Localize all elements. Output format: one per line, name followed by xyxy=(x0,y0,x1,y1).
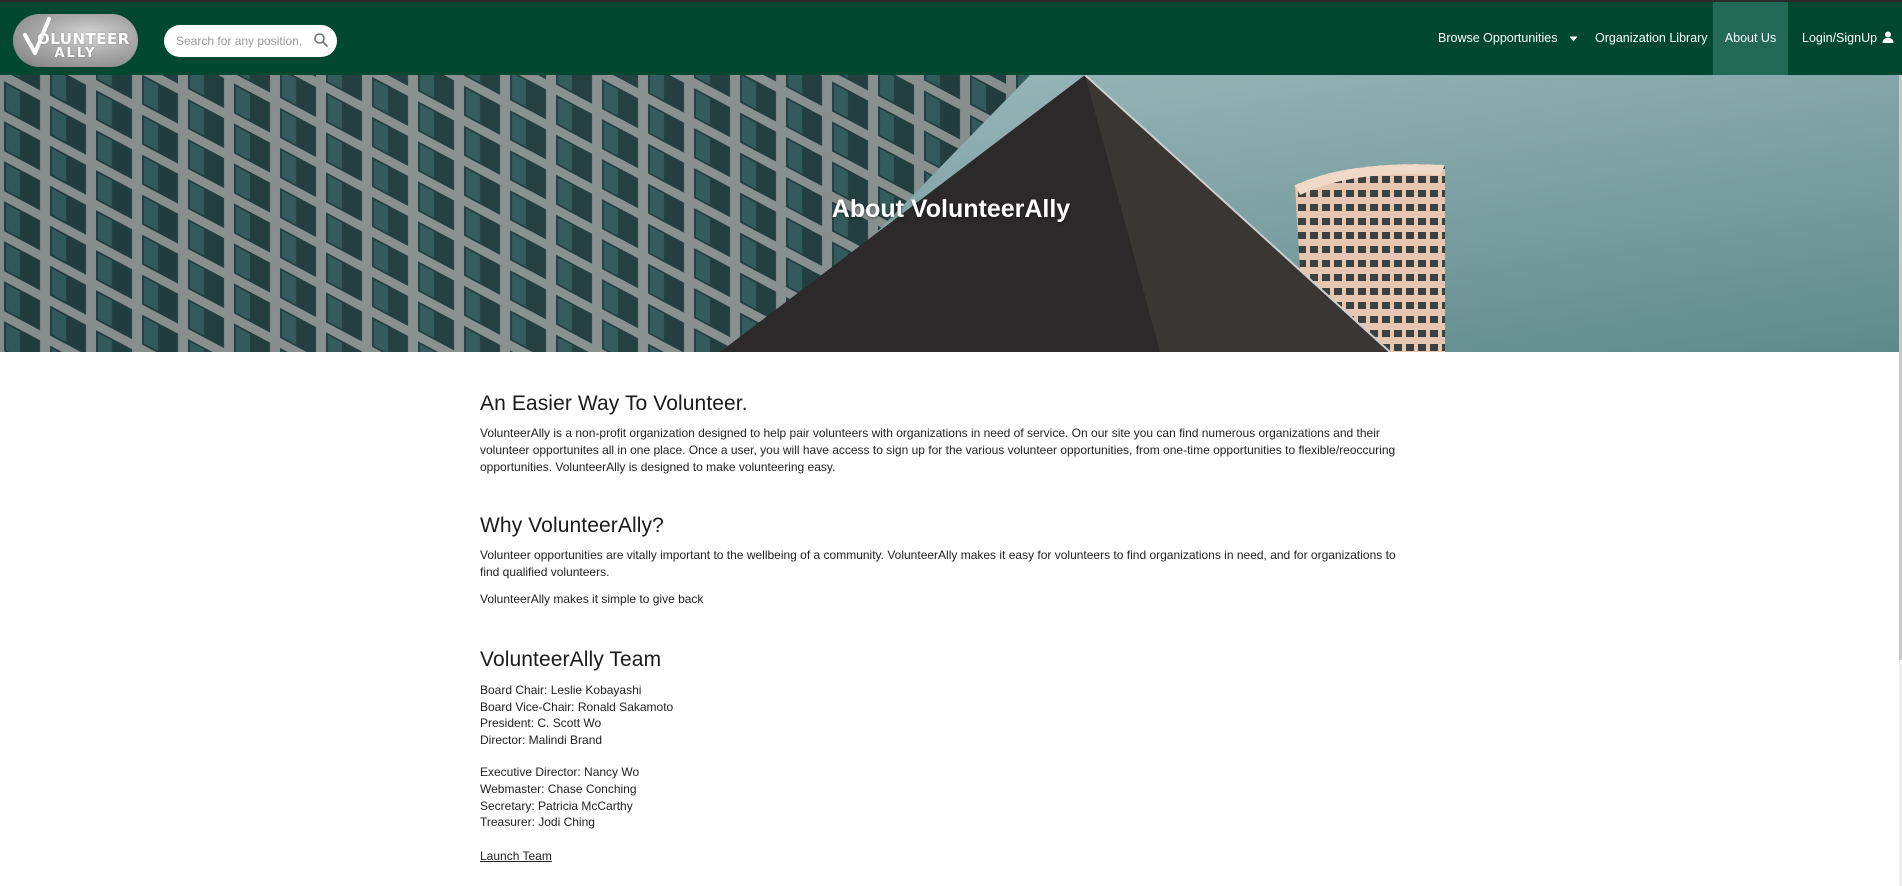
nav-organization-library[interactable]: Organization Library xyxy=(1584,2,1712,75)
hero-banner: About VolunteerAlly xyxy=(0,75,1902,352)
nav-browse-label: Browse Opportunities xyxy=(1438,31,1558,45)
team-member: Webmaster: Chase Conching xyxy=(480,781,637,796)
top-navbar: OLUNTEER ALLY Browse Opportunities Organ… xyxy=(0,0,1902,75)
volunteerally-logo[interactable]: OLUNTEER ALLY xyxy=(13,14,138,67)
team-member: Board Chair: Leslie Kobayashi xyxy=(480,683,642,697)
nav-login-label: Login/SignUp xyxy=(1802,31,1878,45)
nav-library-label: Organization Library xyxy=(1595,31,1708,45)
team-member: Executive Director: Nancy Wo xyxy=(480,765,640,780)
nav-login-signup[interactable]: Login/SignUp xyxy=(1789,2,1902,75)
page-title: About VolunteerAlly xyxy=(831,195,1071,223)
team-member: Board Vice-Chair: Ronald Sakamoto xyxy=(480,699,674,714)
team-member: Secretary: Patricia McCarthy xyxy=(480,798,633,813)
user-icon xyxy=(1882,31,1894,44)
heading-easier-way: An Easier Way To Volunteer. xyxy=(480,392,748,415)
paragraph-why-2: VolunteerAlly makes it simple to give ba… xyxy=(480,592,704,606)
paragraph-easier-way: VolunteerAlly is a non-profit organizati… xyxy=(480,426,1396,474)
nav-about-us[interactable]: About Us xyxy=(1713,2,1788,75)
heading-why: Why VolunteerAlly? xyxy=(480,514,664,537)
search-input[interactable] xyxy=(176,31,306,51)
search-bar xyxy=(164,25,337,57)
team-member: Director: Malindi Brand xyxy=(480,732,603,747)
caret-down-icon xyxy=(1569,36,1578,42)
heading-team: VolunteerAlly Team xyxy=(480,648,662,671)
team-member: Treasurer: Jodi Ching xyxy=(480,815,595,830)
staff-list: Executive Director: Nancy Wo Webmaster: … xyxy=(480,764,1400,830)
paragraph-why-1: Volunteer opportunities are vitally impo… xyxy=(480,548,1396,579)
logo-text-ally: ALLY xyxy=(54,46,97,61)
launch-team-link[interactable]: Launch Team xyxy=(480,849,552,863)
nav-browse-opportunities[interactable]: Browse Opportunities xyxy=(1429,2,1579,75)
nav-about-label: About Us xyxy=(1724,31,1777,45)
board-list: Board Chair: Leslie Kobayashi Board Vice… xyxy=(480,682,1400,748)
about-content: An Easier Way To Volunteer. VolunteerAll… xyxy=(480,352,1400,865)
search-icon[interactable] xyxy=(312,31,330,49)
team-member: President: C. Scott Wo xyxy=(480,716,602,731)
